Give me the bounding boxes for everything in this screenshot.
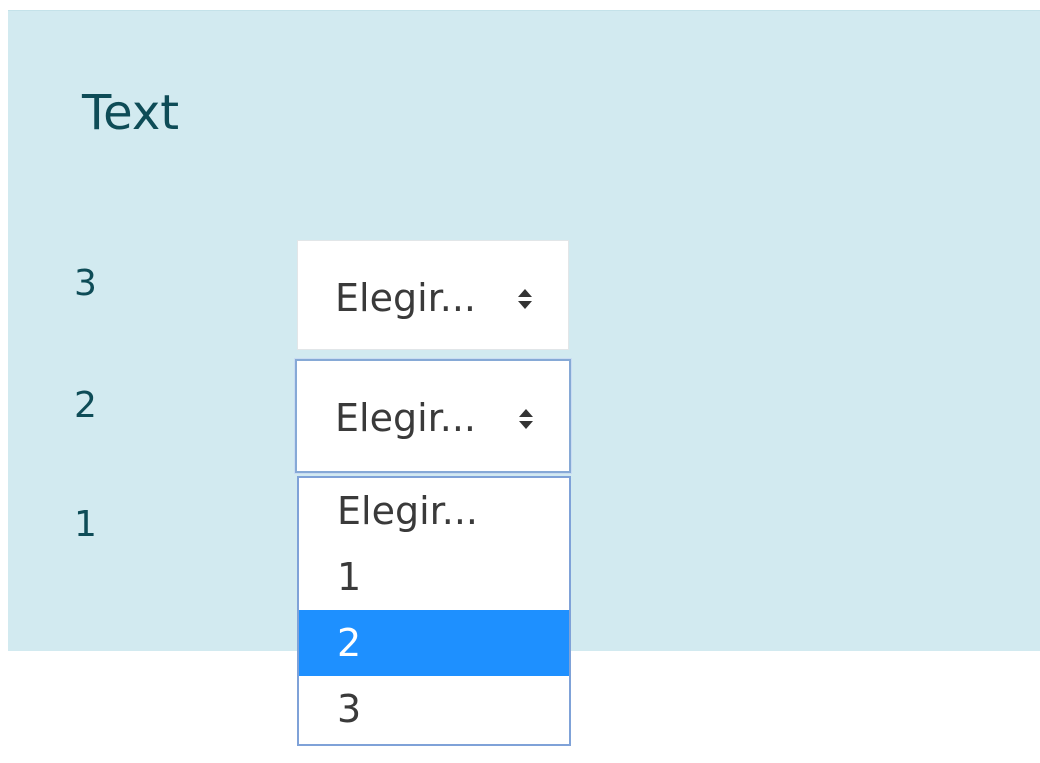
select-dropdown-list: Elegir... 1 2 3 xyxy=(297,476,571,746)
row-label-2: 2 xyxy=(74,385,97,426)
select-row-2-value: Elegir... xyxy=(335,396,476,440)
select-row-2[interactable]: Elegir... xyxy=(295,359,571,473)
dropdown-option-1[interactable]: 1 xyxy=(299,544,569,610)
dropdown-option-elegir[interactable]: Elegir... xyxy=(299,478,569,544)
select-row-3-value: Elegir... xyxy=(335,276,476,320)
sort-caret-icon xyxy=(519,409,533,429)
row-label-1: 1 xyxy=(74,504,97,545)
panel-title: Text xyxy=(82,85,180,141)
dropdown-option-3[interactable]: 3 xyxy=(299,676,569,742)
dropdown-option-2[interactable]: 2 xyxy=(299,610,569,676)
select-row-3[interactable]: Elegir... xyxy=(297,240,569,350)
sort-caret-icon xyxy=(518,289,532,309)
row-label-3: 3 xyxy=(74,263,97,304)
